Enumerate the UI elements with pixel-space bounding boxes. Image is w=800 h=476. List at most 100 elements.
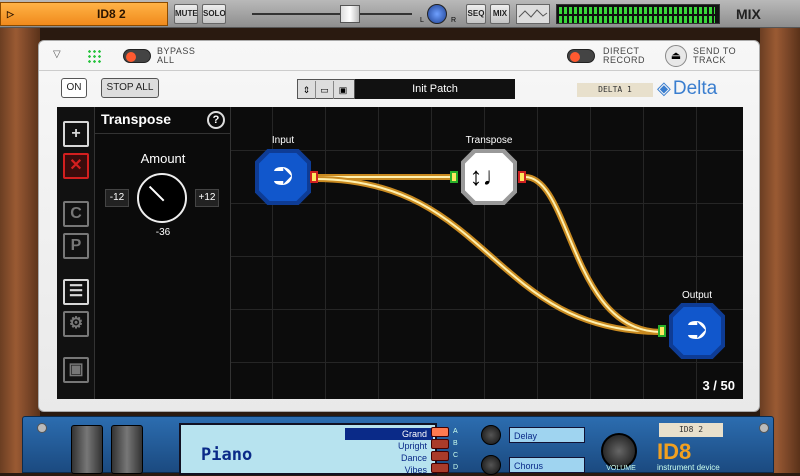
pan-right-label: R	[451, 17, 456, 24]
device-top-row: ▽ BYPASSALL DIRECTRECORD ⏏ SEND TOTRACK	[39, 41, 759, 71]
output-node-in-port[interactable]	[658, 325, 666, 337]
transpose-node-in-port[interactable]	[450, 171, 458, 183]
delta-logo-icon: ◈	[657, 78, 671, 98]
pan-left-label: L	[420, 17, 424, 24]
param-divider	[95, 133, 231, 134]
amount-knob[interactable]	[137, 173, 187, 223]
solo-button[interactable]: SOLO	[202, 4, 226, 24]
patch-up-down-icon[interactable]: ⇕	[298, 81, 316, 99]
delete-icon[interactable]: ✕	[63, 153, 89, 179]
send-to-track-icon[interactable]: ⏏	[665, 45, 687, 67]
rack-side-left	[0, 28, 40, 473]
slot-button-a[interactable]	[431, 427, 449, 437]
volume-label: VOLUME	[601, 465, 641, 472]
node-counter: 3 / 50	[702, 378, 735, 393]
stop-all-button[interactable]: STOP ALL	[101, 78, 159, 98]
transpose-node[interactable]: ↕♩	[461, 149, 517, 205]
mixer-strip: ▷ ID8 2 MUTE SOLO L R SEQ MIX MIX	[0, 0, 800, 28]
meter-bar-left	[559, 7, 715, 14]
rack-side-right	[760, 28, 800, 473]
slot-label-c: C	[453, 452, 458, 459]
slot-label-a: A	[453, 428, 458, 435]
patch-browser: ⇕▭▣	[297, 79, 355, 99]
amount-label: Amount	[95, 151, 231, 166]
track-name-label: ID8 2	[97, 7, 126, 21]
fx2-name: Chorus	[509, 457, 585, 473]
delta-logo: ◈Delta	[657, 78, 717, 100]
input-node-label: Input	[243, 135, 323, 146]
transpose-note-icon: ↕♩	[465, 153, 513, 201]
mix-button[interactable]: MIX	[490, 4, 510, 24]
mod-wheel[interactable]	[111, 425, 143, 474]
instrument-patch-name: Piano	[201, 445, 252, 465]
mix-title: MIX	[736, 6, 761, 22]
transpose-node-label: Transpose	[449, 135, 529, 146]
rack-screw	[759, 423, 769, 433]
amount-max-label: +12	[195, 189, 219, 207]
fx1-knob[interactable]	[481, 425, 501, 445]
instrument-tape-label: ID8 2	[659, 423, 723, 437]
sound-option-dance[interactable]: Dance	[345, 452, 433, 464]
slot-button-b[interactable]	[431, 439, 449, 449]
sound-option-upright[interactable]: Upright	[345, 440, 433, 452]
meter-bar-right	[559, 16, 715, 23]
patch-editor: + ✕ C P ☰ ⚙ ▣ Transpose ? Amount -12 +12…	[57, 107, 743, 399]
level-meter	[556, 4, 720, 24]
send-to-track-label: SEND TOTRACK	[693, 47, 736, 65]
amount-min-label: -12	[105, 189, 129, 207]
mute-button[interactable]: MUTE	[174, 4, 198, 24]
fx2-knob[interactable]	[481, 455, 501, 475]
transpose-node-out-port[interactable]	[518, 171, 526, 183]
waveform-icon[interactable]	[516, 4, 550, 24]
delta-device-panel: ▽ BYPASSALL DIRECTRECORD ⏏ SEND TOTRACK …	[38, 40, 760, 412]
gear-icon[interactable]: ⚙	[63, 311, 89, 337]
patch-graph[interactable]: Input ⮊ Transpose ↕♩ Output ⮊ 3 / 50	[231, 107, 743, 399]
slot-label-b: B	[453, 440, 458, 447]
rack-screw	[37, 423, 47, 433]
slot-button-c[interactable]	[431, 451, 449, 461]
folder-icon[interactable]: ▭	[316, 81, 334, 99]
help-icon[interactable]: ?	[207, 111, 225, 129]
sound-option-grand[interactable]: Grand	[345, 428, 433, 440]
parameter-panel: Transpose ? Amount -12 +12 -36	[95, 107, 231, 399]
seq-button[interactable]: SEQ	[466, 4, 486, 24]
add-icon[interactable]: +	[63, 121, 89, 147]
editor-toolbar: + ✕ C P ☰ ⚙ ▣	[57, 107, 95, 399]
patch-display: Piano Grand Upright Dance Vibes	[179, 423, 437, 475]
id8-instrument-panel: Piano Grand Upright Dance Vibes A B C D …	[22, 416, 774, 473]
save-icon[interactable]: ▣	[334, 81, 352, 99]
device-tape-label: DELTA 1	[577, 83, 653, 97]
output-node[interactable]: ⮊	[669, 303, 725, 359]
volume-knob[interactable]	[601, 433, 637, 469]
input-node[interactable]: ⮊	[255, 149, 311, 205]
track-name-button[interactable]: ▷ ID8 2	[0, 2, 168, 26]
direct-record-toggle[interactable]	[567, 49, 595, 63]
knob-pointer	[149, 186, 165, 202]
id8-logo: ID8	[657, 439, 691, 465]
input-icon: ⮊	[259, 153, 307, 201]
volume-fader-handle[interactable]	[340, 5, 360, 23]
parameter-title: Transpose	[101, 111, 171, 127]
copy-icon[interactable]: C	[63, 201, 89, 227]
output-icon: ⮊	[673, 307, 721, 355]
pan-knob[interactable]	[427, 4, 447, 24]
collapse-icon[interactable]: ▽	[53, 49, 61, 60]
list-icon[interactable]: ☰	[63, 279, 89, 305]
sound-option-vibes[interactable]: Vibes	[345, 464, 433, 476]
patch-name-display[interactable]: Init Patch	[355, 79, 515, 99]
bypass-toggle[interactable]	[123, 49, 151, 63]
volume-fader-track[interactable]	[252, 13, 412, 15]
pitch-wheel[interactable]	[71, 425, 103, 474]
grid-dots-icon	[87, 49, 103, 65]
id8-logo-subtitle: instrument device	[657, 463, 720, 472]
fx1-name: Delay	[509, 427, 585, 443]
paste-icon[interactable]: P	[63, 233, 89, 259]
amount-value: -36	[95, 227, 231, 238]
window-icon[interactable]: ▣	[63, 357, 89, 383]
cable-transpose-output	[525, 177, 661, 332]
input-node-out-port[interactable]	[310, 171, 318, 183]
output-node-label: Output	[657, 290, 737, 301]
on-button[interactable]: ON	[61, 78, 87, 98]
slot-button-d[interactable]	[431, 463, 449, 473]
slot-label-d: D	[453, 464, 458, 471]
